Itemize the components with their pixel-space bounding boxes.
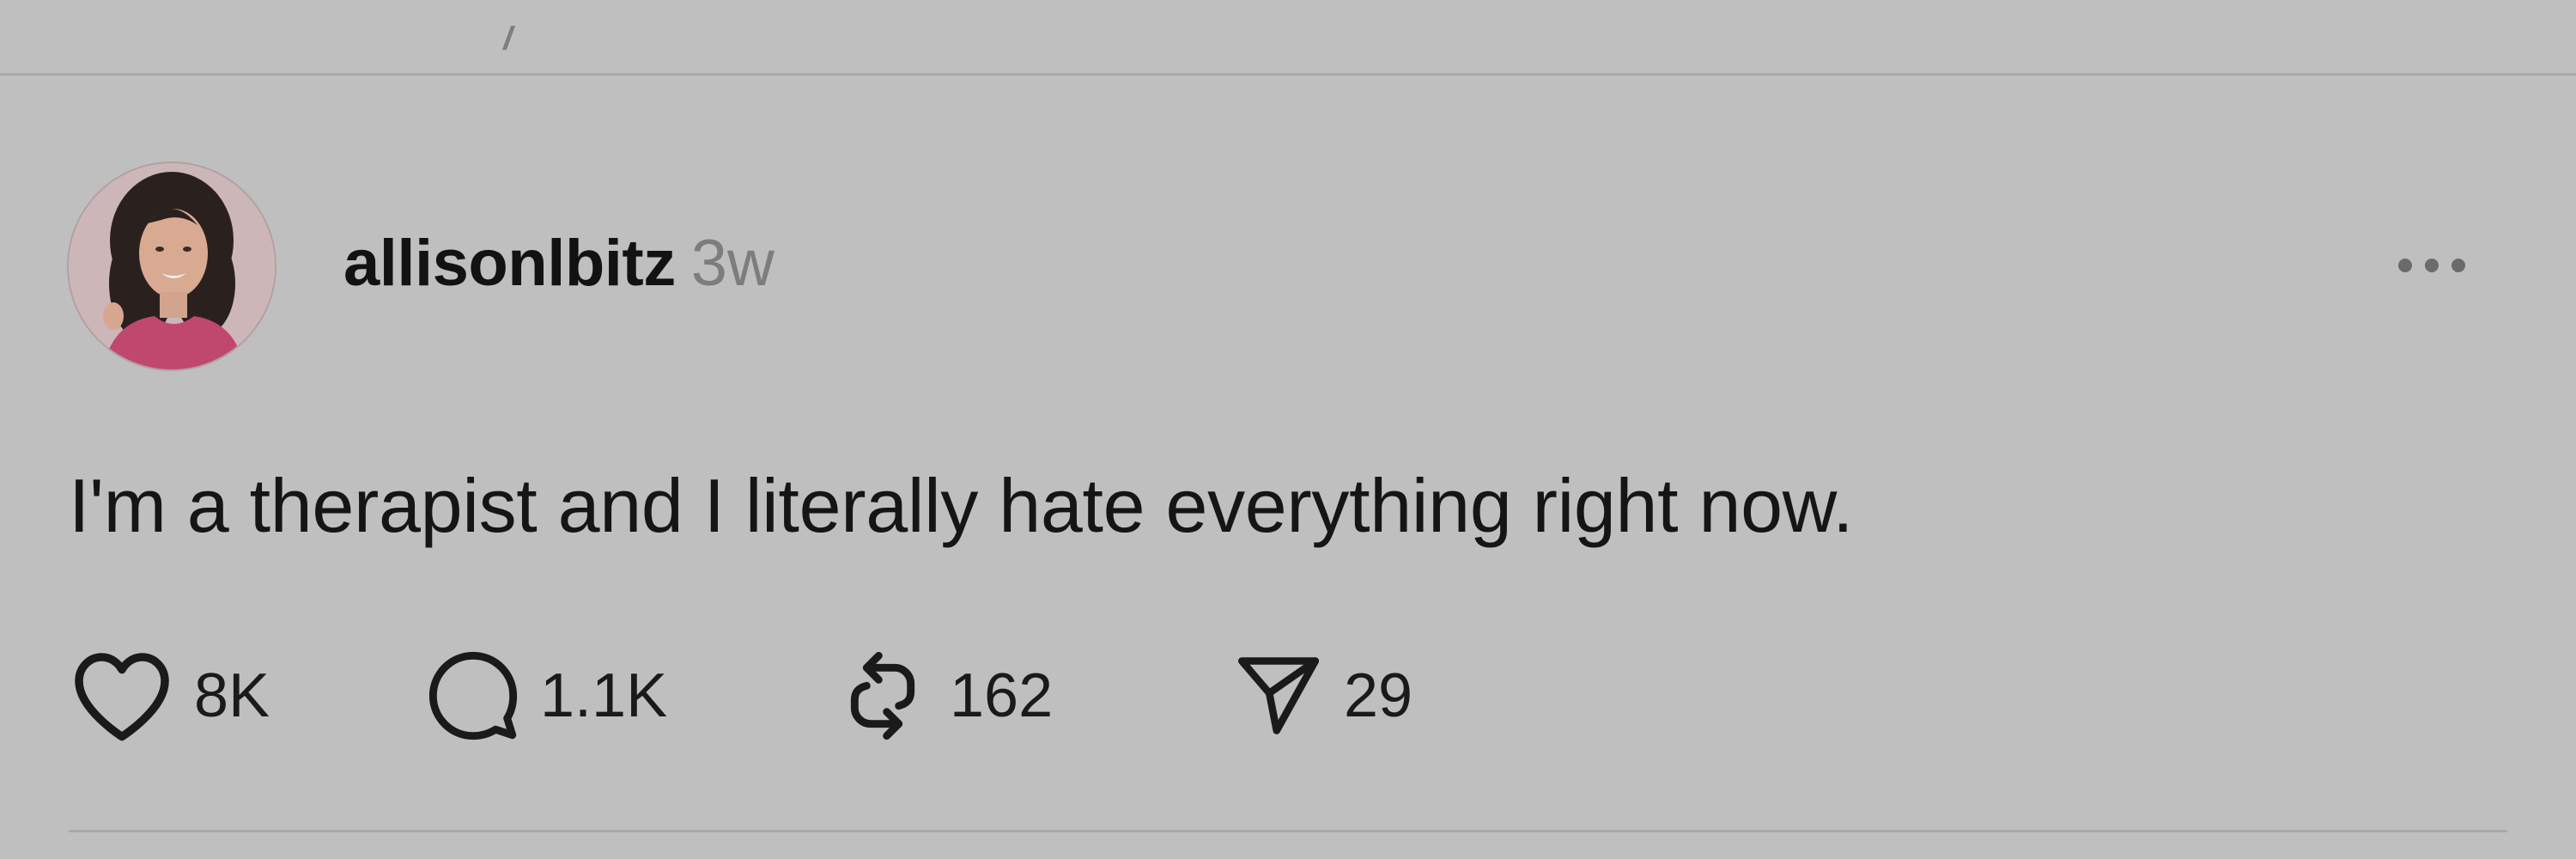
post-header: allisonlbitz 3w — [343, 226, 775, 301]
ellipsis-icon[interactable] — [2390, 250, 2474, 281]
feed-frame: allisonlbitz 3w I'm a therapist and I li… — [0, 0, 2576, 859]
post-text: I'm a therapist and I literally hate eve… — [69, 463, 1854, 548]
action-bar: 8K 1.1K 162 29 — [69, 644, 1528, 747]
ellipsis-dot — [2451, 259, 2465, 272]
repost-count: 162 — [950, 661, 1054, 730]
share-button[interactable]: 29 — [1232, 644, 1413, 747]
repost-button[interactable]: 162 — [835, 644, 1053, 747]
repost-icon — [850, 651, 915, 740]
avatar[interactable] — [69, 163, 275, 369]
username[interactable]: allisonlbitz — [343, 226, 676, 301]
share-count: 29 — [1344, 661, 1413, 730]
reply-count: 1.1K — [540, 661, 668, 730]
bottom-divider — [69, 830, 2507, 832]
post-card: allisonlbitz 3w I'm a therapist and I li… — [0, 0, 2576, 859]
ellipsis-dot — [2398, 259, 2412, 272]
like-count: 8K — [194, 661, 270, 730]
timestamp: 3w — [690, 227, 775, 300]
send-icon — [1237, 657, 1320, 734]
avatar-photo — [69, 163, 275, 369]
reply-button[interactable]: 1.1K — [425, 644, 667, 747]
comment-icon — [428, 651, 518, 740]
heart-icon — [75, 653, 169, 741]
like-button[interactable]: 8K — [69, 644, 270, 747]
ellipsis-dot — [2425, 259, 2439, 272]
